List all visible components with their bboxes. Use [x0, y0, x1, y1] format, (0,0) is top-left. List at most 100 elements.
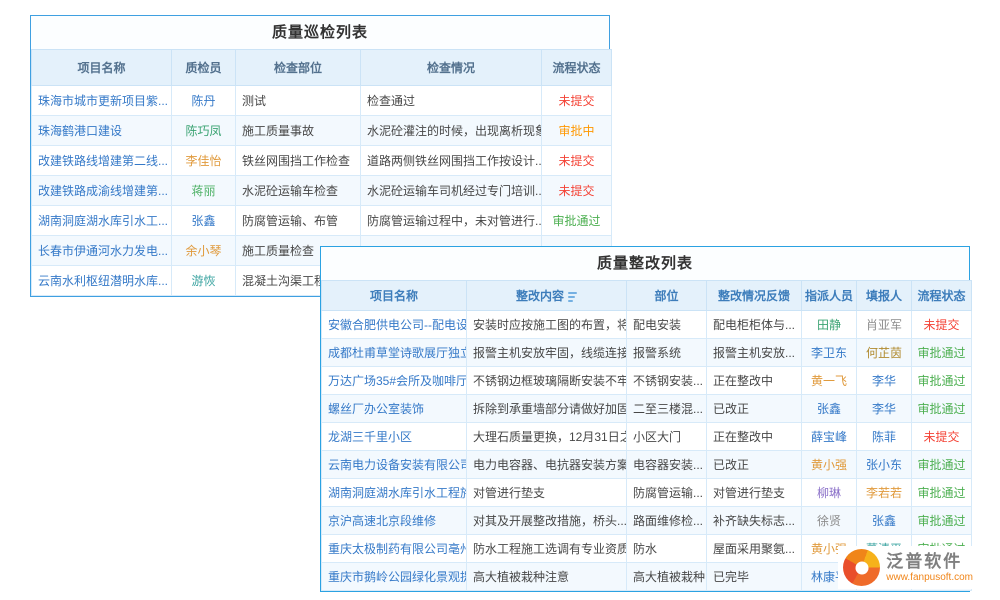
inspector-name[interactable]: 余小琴: [172, 236, 236, 266]
check-situation-cell: 道路两侧铁丝网围挡工作按设计...: [361, 146, 542, 176]
check-situation-cell: 水泥砼运输车司机经过专门培训...: [361, 176, 542, 206]
reporter-name[interactable]: 陈菲: [857, 423, 912, 451]
rectify-content-cell: 报警主机安放牢固，线缆连接...: [467, 339, 627, 367]
project-name-link[interactable]: 万达广场35#会所及咖啡厅空...: [322, 367, 467, 395]
project-name-link[interactable]: 长春市伊通河水力发电...: [32, 236, 172, 266]
rectify-table-title: 质量整改列表: [321, 247, 969, 280]
project-name-link[interactable]: 云南电力设备安装有限公司20...: [322, 451, 467, 479]
status-text: 审批中: [542, 116, 612, 146]
reporter-name[interactable]: 李华: [857, 367, 912, 395]
status-text: 审批通过: [912, 339, 972, 367]
project-name-link[interactable]: 京沪高速北京段维修: [322, 507, 467, 535]
reporter-name[interactable]: 何芷茵: [857, 339, 912, 367]
column-header-4: 指派人员: [802, 281, 857, 311]
column-header-6: 流程状态: [912, 281, 972, 311]
assignee-name[interactable]: 柳琳: [802, 479, 857, 507]
reporter-name[interactable]: 张鑫: [857, 507, 912, 535]
column-header-label: 填报人: [866, 289, 902, 303]
rectify-table-panel: 质量整改列表 项目名称整改内容部位整改情况反馈指派人员填报人流程状态 安徽合肥供…: [320, 246, 970, 592]
inspection-header-row: 项目名称 质检员 检查部位 检查情况流程状态: [32, 50, 612, 86]
column-header-1: 质检员: [172, 50, 236, 86]
reporter-name[interactable]: 李若若: [857, 479, 912, 507]
assignee-name[interactable]: 薛宝峰: [802, 423, 857, 451]
rectify-content-cell: 对管进行垫支: [467, 479, 627, 507]
assignee-name[interactable]: 徐贤: [802, 507, 857, 535]
reporter-name[interactable]: 李华: [857, 395, 912, 423]
column-header-label: 整改情况反馈: [718, 289, 790, 303]
feedback-cell: 已完毕: [707, 563, 802, 591]
table-row: 改建铁路线增建第二线...李佳怡铁丝网围挡工作检查道路两侧铁丝网围挡工作按设计.…: [32, 146, 612, 176]
inspector-name[interactable]: 游恢: [172, 266, 236, 296]
project-name-link[interactable]: 湖南洞庭湖水库引水工...: [32, 206, 172, 236]
status-text: 审批通过: [542, 206, 612, 236]
column-header-1[interactable]: 整改内容: [467, 281, 627, 311]
project-name-link[interactable]: 改建铁路线增建第二线...: [32, 146, 172, 176]
project-name-link[interactable]: 云南水利枢纽潜明水库...: [32, 266, 172, 296]
inspector-name[interactable]: 陈巧凤: [172, 116, 236, 146]
column-header-label: 整改内容: [516, 289, 564, 303]
status-text: 未提交: [542, 176, 612, 206]
check-part-cell: 施工质量事故: [236, 116, 361, 146]
project-name-link[interactable]: 改建铁路成渝线增建第...: [32, 176, 172, 206]
inspector-name[interactable]: 张鑫: [172, 206, 236, 236]
part-cell: 路面维修检...: [627, 507, 707, 535]
assignee-name[interactable]: 李卫东: [802, 339, 857, 367]
reporter-name[interactable]: 张小东: [857, 451, 912, 479]
column-header-label: 质检员: [185, 61, 221, 75]
part-cell: 小区大门: [627, 423, 707, 451]
column-header-label: 项目名称: [370, 289, 418, 303]
status-text: 审批通过: [912, 367, 972, 395]
status-text: 未提交: [542, 146, 612, 176]
project-name-link[interactable]: 重庆市鹅岭公园绿化景观提升...: [322, 563, 467, 591]
project-name-link[interactable]: 珠海鹤港口建设: [32, 116, 172, 146]
table-row: 改建铁路成渝线增建第...蒋丽水泥砼运输车检查水泥砼运输车司机经过专门培训...…: [32, 176, 612, 206]
inspector-name[interactable]: 蒋丽: [172, 176, 236, 206]
table-row: 云南电力设备安装有限公司20...电力电容器、电抗器安装方案,...电容器安装.…: [322, 451, 972, 479]
table-row: 螺丝厂办公室装饰拆除到承重墙部分请做好加固...二至三楼混...已改正张鑫李华审…: [322, 395, 972, 423]
project-name-link[interactable]: 螺丝厂办公室装饰: [322, 395, 467, 423]
feedback-cell: 已改正: [707, 395, 802, 423]
rectify-content-cell: 高大植被栽种注意: [467, 563, 627, 591]
part-cell: 防腐管运输...: [627, 479, 707, 507]
feedback-cell: 正在整改中: [707, 423, 802, 451]
column-header-label: 检查部位: [274, 61, 322, 75]
fanpu-logo: 泛普软件 www.fanpusoft.com: [838, 546, 978, 589]
table-row: 万达广场35#会所及咖啡厅空...不锈钢边框玻璃隔断安装不牢...不锈钢安装..…: [322, 367, 972, 395]
fanpu-url-text: www.fanpusoft.com: [886, 572, 973, 584]
assignee-name[interactable]: 黄一飞: [802, 367, 857, 395]
fanpu-brand-text: 泛普软件: [886, 552, 973, 572]
check-part-cell: 测试: [236, 86, 361, 116]
feedback-cell: 配电柜柜体与...: [707, 311, 802, 339]
project-name-link[interactable]: 珠海市城市更新项目紫...: [32, 86, 172, 116]
column-header-label: 指派人员: [805, 289, 853, 303]
part-cell: 高大植被栽种: [627, 563, 707, 591]
status-text: 未提交: [912, 311, 972, 339]
check-part-cell: 铁丝网围挡工作检查: [236, 146, 361, 176]
page-background: 质量巡检列表 项目名称质检员检查部位检查情况流程状态 珠海市城市更新项目紫...…: [0, 0, 1000, 600]
status-text: 未提交: [542, 86, 612, 116]
rectify-content-cell: 大理石质量更换，12月31日之...: [467, 423, 627, 451]
column-header-3: 检查情况: [361, 50, 542, 86]
rectify-content-cell: 电力电容器、电抗器安装方案,...: [467, 451, 627, 479]
assignee-name[interactable]: 张鑫: [802, 395, 857, 423]
part-cell: 二至三楼混...: [627, 395, 707, 423]
rectify-header-row: 项目名称整改内容部位整改情况反馈指派人员填报人流程状态: [322, 281, 972, 311]
project-name-link[interactable]: 重庆太极制药有限公司亳州中...: [322, 535, 467, 563]
part-cell: 报警系统: [627, 339, 707, 367]
status-text: 未提交: [912, 423, 972, 451]
project-name-link[interactable]: 龙湖三千里小区: [322, 423, 467, 451]
sort-icon[interactable]: [568, 292, 577, 302]
feedback-cell: 正在整改中: [707, 367, 802, 395]
feedback-cell: 补齐缺失标志...: [707, 507, 802, 535]
reporter-name[interactable]: 肖亚军: [857, 311, 912, 339]
column-header-4: 流程状态: [542, 50, 612, 86]
project-name-link[interactable]: 湖南洞庭湖水库引水工程施工...: [322, 479, 467, 507]
project-name-link[interactable]: 安徽合肥供电公司--配电设备...: [322, 311, 467, 339]
table-row: 龙湖三千里小区大理石质量更换，12月31日之...小区大门正在整改中薛宝峰陈菲未…: [322, 423, 972, 451]
project-name-link[interactable]: 成都杜甫草堂诗歌展厅独立展...: [322, 339, 467, 367]
assignee-name[interactable]: 黄小强: [802, 451, 857, 479]
column-header-label: 项目名称: [77, 61, 125, 75]
inspector-name[interactable]: 陈丹: [172, 86, 236, 116]
assignee-name[interactable]: 田静: [802, 311, 857, 339]
inspector-name[interactable]: 李佳怡: [172, 146, 236, 176]
